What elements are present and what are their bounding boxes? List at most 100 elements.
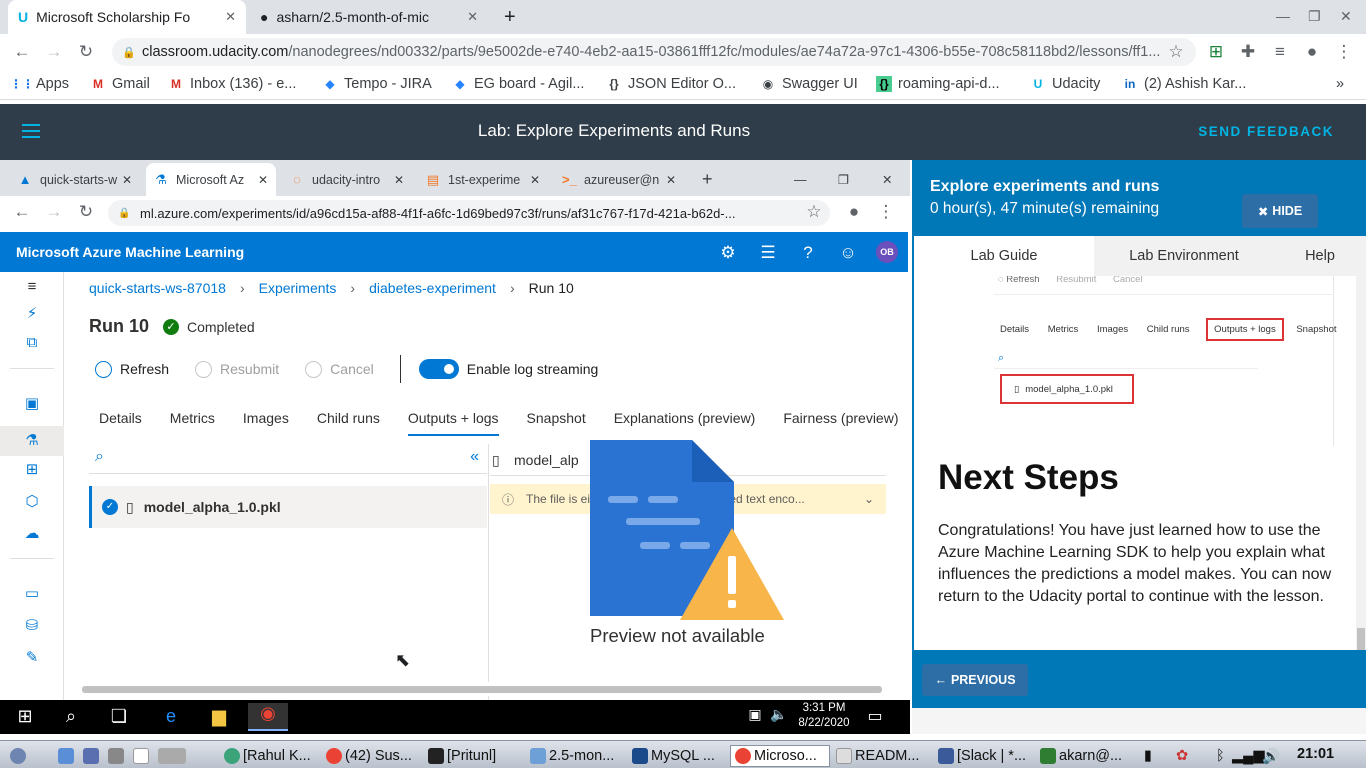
media-icon[interactable]: ≡	[1270, 42, 1290, 62]
vm-clock[interactable]: 3:31 PM 8/22/2020	[796, 701, 852, 731]
tab-metrics[interactable]: Metrics	[170, 410, 215, 436]
inner-tab[interactable]: ⚗ Microsoft Az ✕	[146, 163, 276, 196]
menu-icon[interactable]: ⋮	[876, 202, 896, 222]
star-icon[interactable]: ☆	[1166, 42, 1186, 62]
new-tab-button[interactable]: +	[494, 0, 524, 34]
datastores-icon[interactable]: ⛁	[22, 616, 42, 636]
bookmark-linkedin[interactable]: in (2) Ashish Kar...	[1122, 76, 1247, 92]
models-icon[interactable]: ⬡	[22, 492, 42, 512]
windows-start-icon[interactable]: ⊞	[14, 706, 36, 727]
experiments-icon[interactable]: ⚗	[0, 426, 64, 456]
host-task[interactable]: READM...	[836, 745, 919, 767]
restore-icon[interactable]: ❐	[830, 163, 857, 196]
resubmit-button[interactable]: Resubmit	[195, 360, 279, 378]
compute-icon[interactable]: ▭	[22, 584, 42, 604]
inner-tab[interactable]: ▲ quick-starts-w ✕	[10, 163, 140, 196]
previous-button[interactable]: ← PREVIOUS	[922, 664, 1028, 696]
breadcrumb-experiments[interactable]: Experiments	[259, 280, 337, 296]
internet-explorer-icon[interactable]: e	[160, 706, 182, 727]
action-center-icon[interactable]: ▭	[864, 706, 886, 726]
horizontal-scrollbar[interactable]	[64, 682, 908, 696]
close-icon[interactable]: ✕	[666, 173, 676, 187]
tab-lab-guide[interactable]: Lab Guide	[914, 236, 1094, 276]
bookmark-swagger[interactable]: ◉ Swagger UI	[760, 76, 858, 92]
close-icon[interactable]: ✕	[530, 173, 540, 187]
bookmark-gmail[interactable]: M Gmail	[90, 76, 150, 92]
outer-url-input[interactable]: 🔒 classroom.udacity.com/nanodegrees/nd00…	[112, 38, 1196, 66]
puzzle-icon[interactable]: ✚	[1238, 42, 1258, 62]
reload-icon[interactable]: ↻	[76, 42, 96, 62]
close-icon[interactable]: ✕	[122, 173, 132, 187]
file-explorer-icon[interactable]: ▆	[208, 706, 230, 727]
minimize-icon[interactable]: —	[1276, 8, 1290, 24]
avatar[interactable]: ●	[1302, 42, 1322, 62]
lab-panel-scrollbar[interactable]	[1356, 276, 1366, 650]
host-menu-icon[interactable]	[10, 745, 29, 767]
volume-muted-icon[interactable]: 🔈	[768, 706, 790, 723]
battery-icon[interactable]: ▮	[1144, 745, 1152, 767]
host-task[interactable]: akarn@...	[1040, 745, 1122, 767]
breadcrumb-workspace[interactable]: quick-starts-ws-87018	[89, 280, 226, 296]
inner-tab[interactable]: >_ azureuser@n ✕	[554, 163, 684, 196]
inner-tab[interactable]: ◌ udacity-intro ✕	[282, 163, 412, 196]
log-streaming-toggle[interactable]	[418, 359, 459, 379]
account-icon[interactable]: ●	[844, 202, 864, 222]
outer-tab-github[interactable]: ● asharn/2.5-month-of-mic ✕	[250, 0, 488, 34]
tab-help[interactable]: Help	[1274, 236, 1366, 276]
tab-lab-environment[interactable]: Lab Environment	[1094, 236, 1274, 276]
search-icon[interactable]: ⌕	[60, 706, 82, 727]
inner-tab[interactable]: ▤ 1st-experime ✕	[418, 163, 548, 196]
host-task[interactable]: [Slack | *...	[938, 745, 1026, 767]
host-task-active[interactable]: Microso...	[730, 745, 830, 767]
bookmark-roaming[interactable]: {} roaming-api-d...	[876, 76, 1000, 92]
avatar[interactable]: OB	[876, 241, 898, 263]
tab-snapshot[interactable]: Snapshot	[527, 410, 586, 436]
host-task[interactable]: (42) Sus...	[326, 745, 412, 767]
inner-url-input[interactable]: 🔒 ml.azure.com/experiments/id/a96cd15a-a…	[108, 200, 830, 226]
host-task[interactable]: [Rahul K...	[224, 745, 311, 767]
hide-button[interactable]: ✖ HIDE	[1242, 194, 1318, 228]
host-clock[interactable]: 21:01	[1297, 746, 1334, 762]
new-tab-button[interactable]: +	[694, 163, 722, 196]
cancel-button[interactable]: Cancel	[305, 360, 374, 378]
bookmark-eg-board[interactable]: ◆ EG board - Agil...	[452, 76, 584, 92]
tab-images[interactable]: Images	[243, 410, 289, 436]
breadcrumb-experiment[interactable]: diabetes-experiment	[369, 280, 496, 296]
designer-icon[interactable]: ⧉	[22, 334, 42, 354]
host-launcher-icon[interactable]	[58, 745, 189, 767]
close-icon[interactable]: ✕	[258, 173, 268, 187]
back-icon[interactable]: ←	[12, 42, 32, 62]
back-icon[interactable]: ←	[12, 202, 32, 222]
settings-icon[interactable]: ⚙	[718, 243, 738, 263]
network-icon[interactable]: ▣	[744, 706, 766, 723]
datasets-icon[interactable]: ▣	[22, 394, 42, 414]
bookmark-json-editor[interactable]: {} JSON Editor O...	[606, 76, 736, 92]
bluetooth-icon[interactable]: ᛒ	[1216, 745, 1225, 767]
tab-outputs-logs[interactable]: Outputs + logs	[407, 410, 499, 436]
endpoints-icon[interactable]: ☁	[22, 524, 42, 544]
bookmark-tempo[interactable]: ◆ Tempo - JIRA	[322, 76, 431, 92]
bookmark-udacity[interactable]: U Udacity	[1030, 76, 1101, 92]
file-search-input[interactable]: ⌕ «	[89, 444, 487, 474]
volume-icon[interactable]: 🔊	[1262, 745, 1280, 767]
minimize-icon[interactable]: —	[786, 163, 815, 196]
close-icon[interactable]: ✕	[225, 9, 236, 25]
automl-icon[interactable]: ⚡	[22, 304, 42, 324]
chrome-taskbar-icon[interactable]: ◉	[248, 703, 288, 731]
tab-fairness[interactable]: Fairness (preview)	[783, 410, 898, 436]
tray-app-icon[interactable]: ✿	[1176, 745, 1188, 767]
pipelines-icon[interactable]: ⊞	[22, 460, 42, 480]
host-task[interactable]: [Pritunl]	[428, 745, 496, 767]
task-view-icon[interactable]: ❏	[108, 706, 130, 727]
signal-icon[interactable]: ▂▄▆	[1232, 745, 1265, 767]
collapse-pane-icon[interactable]: «	[470, 448, 479, 466]
close-icon[interactable]: ✕	[467, 9, 478, 25]
extension-icon[interactable]: ⊞	[1206, 42, 1226, 62]
tab-child-runs[interactable]: Child runs	[317, 410, 380, 436]
host-task[interactable]: MySQL ...	[632, 745, 715, 767]
reload-icon[interactable]: ↻	[76, 202, 96, 222]
data-labeling-icon[interactable]: ✎	[22, 648, 42, 668]
file-tree-item[interactable]: ✓ ▯ model_alpha_1.0.pkl	[89, 486, 487, 528]
close-window-icon[interactable]: ✕	[874, 163, 900, 196]
tab-details[interactable]: Details	[99, 410, 142, 436]
